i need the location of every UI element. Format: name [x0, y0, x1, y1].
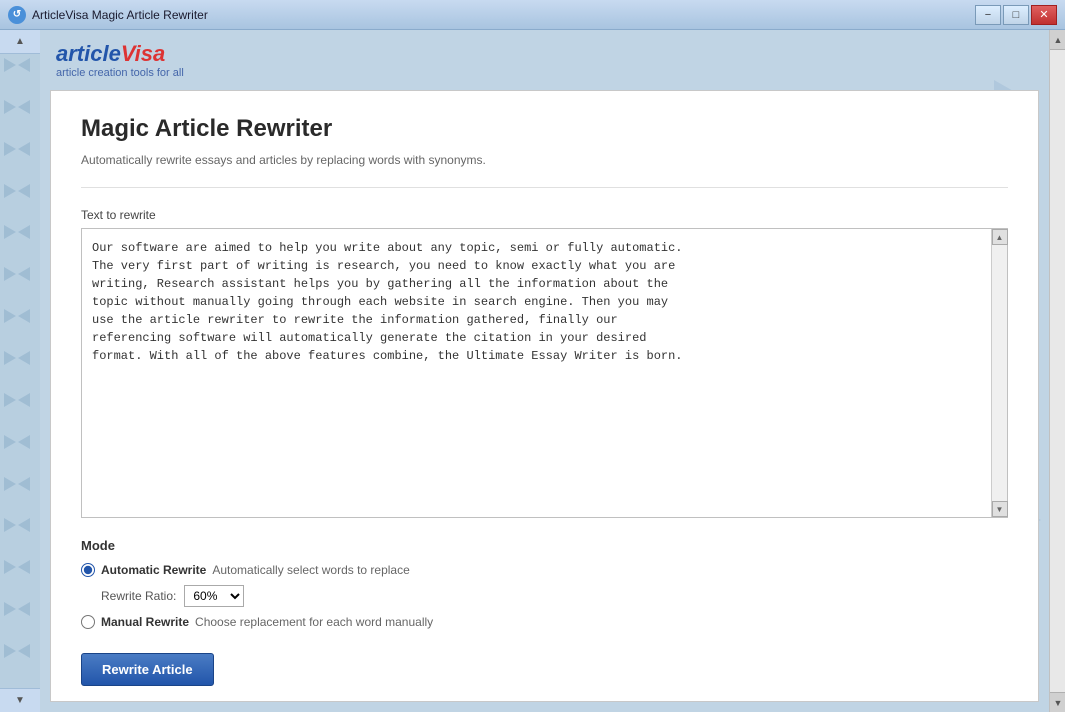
right-scroll-up[interactable]: ▲ — [1050, 30, 1065, 50]
tri-deco — [4, 435, 16, 449]
logo-visa-text: Visa — [121, 41, 165, 66]
right-scroll-down[interactable]: ▼ — [1050, 692, 1065, 712]
app-icon: ↺ — [8, 6, 26, 24]
manual-rewrite-row: Manual Rewrite Choose replacement for ea… — [81, 615, 1008, 629]
tri-deco — [18, 602, 30, 616]
tri-deco — [4, 142, 16, 156]
window-controls: − □ ✕ — [975, 5, 1057, 25]
tri-deco — [4, 351, 16, 365]
textarea-scrollbar: ▲ ▼ — [991, 229, 1007, 517]
automatic-rewrite-radio[interactable] — [81, 563, 95, 577]
text-to-rewrite-label: Text to rewrite — [81, 208, 1008, 222]
mode-label: Mode — [81, 538, 1008, 553]
tri-deco — [4, 602, 16, 616]
header-area: articleVisa article creation tools for a… — [40, 30, 1049, 90]
rewrite-ratio-row: Rewrite Ratio: 10% 20% 30% 40% 50% 60% 7… — [101, 585, 1008, 607]
tri-deco — [4, 184, 16, 198]
mode-section: Mode Automatic Rewrite Automatically sel… — [81, 538, 1008, 629]
automatic-rewrite-bold: Automatic Rewrite — [101, 563, 206, 577]
tri-deco — [4, 58, 16, 72]
main-container: ▲ — [0, 30, 1065, 712]
tri-deco — [18, 351, 30, 365]
close-button[interactable]: ✕ — [1031, 5, 1057, 25]
up-arrow-icon[interactable]: ▲ — [15, 36, 25, 47]
down-arrow-icon[interactable]: ▼ — [15, 695, 25, 706]
logo-text: articleVisa — [56, 41, 184, 67]
tri-deco — [18, 225, 30, 239]
logo-area: articleVisa article creation tools for a… — [56, 41, 184, 79]
tri-deco — [18, 100, 30, 114]
tri-deco — [18, 309, 30, 323]
tri-deco — [18, 560, 30, 574]
minimize-button[interactable]: − — [975, 5, 1001, 25]
automatic-rewrite-desc: Automatically select words to replace — [212, 563, 409, 577]
tri-deco — [18, 393, 30, 407]
right-scroll-track[interactable] — [1050, 50, 1065, 692]
textarea-scroll-down[interactable]: ▼ — [992, 501, 1008, 517]
text-to-rewrite-input[interactable]: Our software are aimed to help you write… — [82, 229, 1007, 517]
textarea-scroll-up[interactable]: ▲ — [992, 229, 1008, 245]
tri-deco — [18, 477, 30, 491]
manual-rewrite-radio[interactable] — [81, 615, 95, 629]
tri-deco — [4, 518, 16, 532]
manual-rewrite-desc: Choose replacement for each word manuall… — [195, 615, 433, 629]
rewrite-ratio-select[interactable]: 10% 20% 30% 40% 50% 60% 70% 80% 90% 100% — [184, 585, 244, 607]
restore-button[interactable]: □ — [1003, 5, 1029, 25]
tri-deco — [4, 267, 16, 281]
window-title: ArticleVisa Magic Article Rewriter — [32, 8, 208, 22]
automatic-rewrite-row: Automatic Rewrite Automatically select w… — [81, 563, 1008, 577]
title-bar: ↺ ArticleVisa Magic Article Rewriter − □… — [0, 0, 1065, 30]
tri-deco — [18, 267, 30, 281]
right-scrollbar: ▲ ▼ — [1049, 30, 1065, 712]
left-triangle-pattern — [0, 54, 40, 688]
rewrite-ratio-label: Rewrite Ratio: — [101, 589, 176, 603]
manual-rewrite-bold: Manual Rewrite — [101, 615, 189, 629]
tri-deco — [18, 58, 30, 72]
textarea-scroll-track[interactable] — [992, 245, 1007, 501]
left-side-panel: ▲ — [0, 30, 40, 712]
tri-deco — [4, 393, 16, 407]
title-bar-left: ↺ ArticleVisa Magic Article Rewriter — [8, 6, 208, 24]
tri-deco — [18, 142, 30, 156]
tri-deco — [18, 435, 30, 449]
left-scroll-bottom: ▼ — [0, 688, 40, 712]
white-card: Magic Article Rewriter Automatically rew… — [50, 90, 1039, 702]
tri-deco — [4, 477, 16, 491]
tri-deco — [4, 225, 16, 239]
page-subtitle: Automatically rewrite essays and article… — [81, 153, 1008, 167]
center-content: articleVisa article creation tools for a… — [40, 30, 1049, 712]
header-divider — [81, 187, 1008, 188]
left-scroll-content — [0, 54, 40, 688]
tri-deco — [4, 560, 16, 574]
logo-subtitle: article creation tools for all — [56, 67, 184, 79]
page-title: Magic Article Rewriter — [81, 115, 1008, 143]
tri-deco — [4, 644, 16, 658]
tri-deco — [4, 309, 16, 323]
text-area-wrapper: Our software are aimed to help you write… — [81, 228, 1008, 518]
left-scroll-top: ▲ — [0, 30, 40, 54]
tri-deco — [18, 184, 30, 198]
rewrite-article-button[interactable]: Rewrite Article — [81, 653, 214, 686]
tri-deco — [18, 644, 30, 658]
tri-deco — [18, 518, 30, 532]
tri-deco — [4, 100, 16, 114]
